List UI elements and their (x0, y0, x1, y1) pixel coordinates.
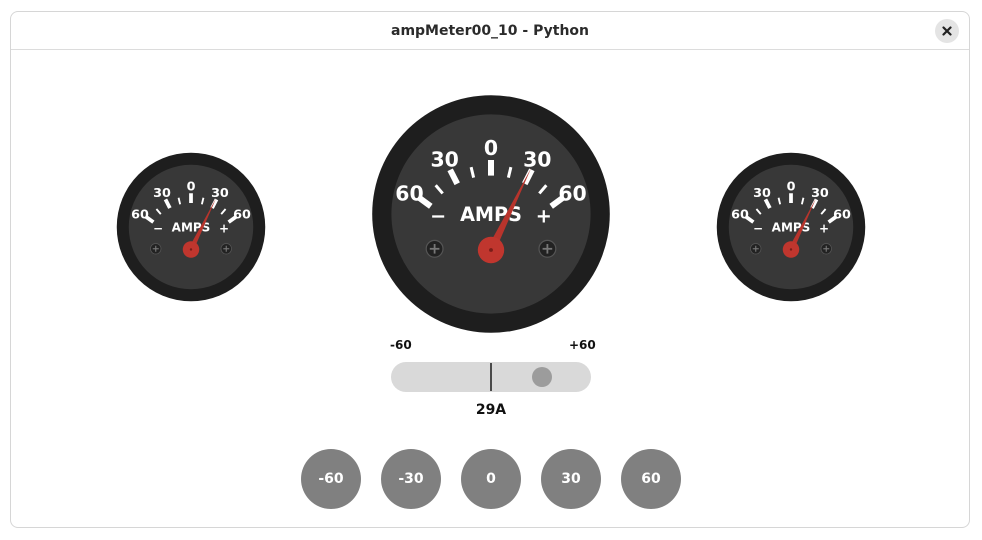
gauge-scale-label: 60 (233, 207, 251, 222)
current-readout: 29A (475, 402, 507, 418)
ammeter-gauge-right: 60 30 0 30 60− AMPS + (716, 152, 866, 302)
gauge-scale-label: 30 (430, 147, 458, 171)
title-bar: ampMeter00_10 - Python (11, 12, 969, 50)
preset-button-0[interactable]: 0 (461, 449, 521, 509)
gauge-minus-sign: − (753, 221, 763, 235)
screw-icon (220, 243, 232, 255)
gauge-scale-label: 0 (484, 136, 498, 160)
window-title: ampMeter00_10 - Python (391, 22, 589, 39)
screw-icon (150, 243, 162, 255)
preset-button-60[interactable]: 60 (621, 449, 681, 509)
gauge-minus-sign: − (430, 204, 446, 227)
gauge-scale-label: 60 (731, 207, 749, 222)
gauge-scale-label: 0 (187, 179, 196, 194)
gauge-scale-label: 60 (131, 207, 149, 222)
gauge-hub-pin (489, 248, 493, 252)
screw-icon (750, 243, 762, 255)
gauge-scale-label: 30 (211, 186, 229, 201)
gauge-scale-label: 0 (787, 179, 796, 194)
gauge-minus-sign: − (153, 221, 163, 235)
preset-button-minus-60[interactable]: -60 (301, 449, 361, 509)
slider-zero-mark (490, 363, 492, 391)
slider-max-label: +60 (569, 338, 596, 352)
gauge-scale-label: 30 (153, 186, 171, 201)
slider-thumb[interactable] (532, 367, 552, 387)
slider-min-label: -60 (390, 338, 412, 352)
gauge-plus-sign: + (819, 221, 829, 235)
preset-button-minus-30[interactable]: -30 (381, 449, 441, 509)
gauge-scale-label: 60 (558, 181, 586, 205)
gauge-scale-label: 30 (811, 186, 829, 201)
gauge-hub-pin (789, 248, 793, 251)
gauge-plus-sign: + (219, 221, 229, 235)
current-slider[interactable] (391, 362, 591, 392)
gauge-scale-label: 60 (395, 181, 423, 205)
screw-icon (820, 243, 832, 255)
ammeter-gauge-center: 60 30 0 30 60− AMPS + (371, 94, 611, 334)
close-button[interactable] (935, 19, 959, 43)
gauge-scale-label: 30 (753, 186, 771, 201)
preset-button-30[interactable]: 30 (541, 449, 601, 509)
close-icon (942, 26, 952, 36)
screw-icon (538, 239, 557, 258)
gauge-scale-label: 60 (833, 207, 851, 222)
screw-icon (425, 239, 444, 258)
gauge-scale-label: 30 (523, 147, 551, 171)
gauge-hub-pin (189, 248, 193, 251)
gauge-plus-sign: + (536, 204, 552, 227)
ammeter-gauge-left: 60 30 0 30 60− AMPS + (116, 152, 266, 302)
